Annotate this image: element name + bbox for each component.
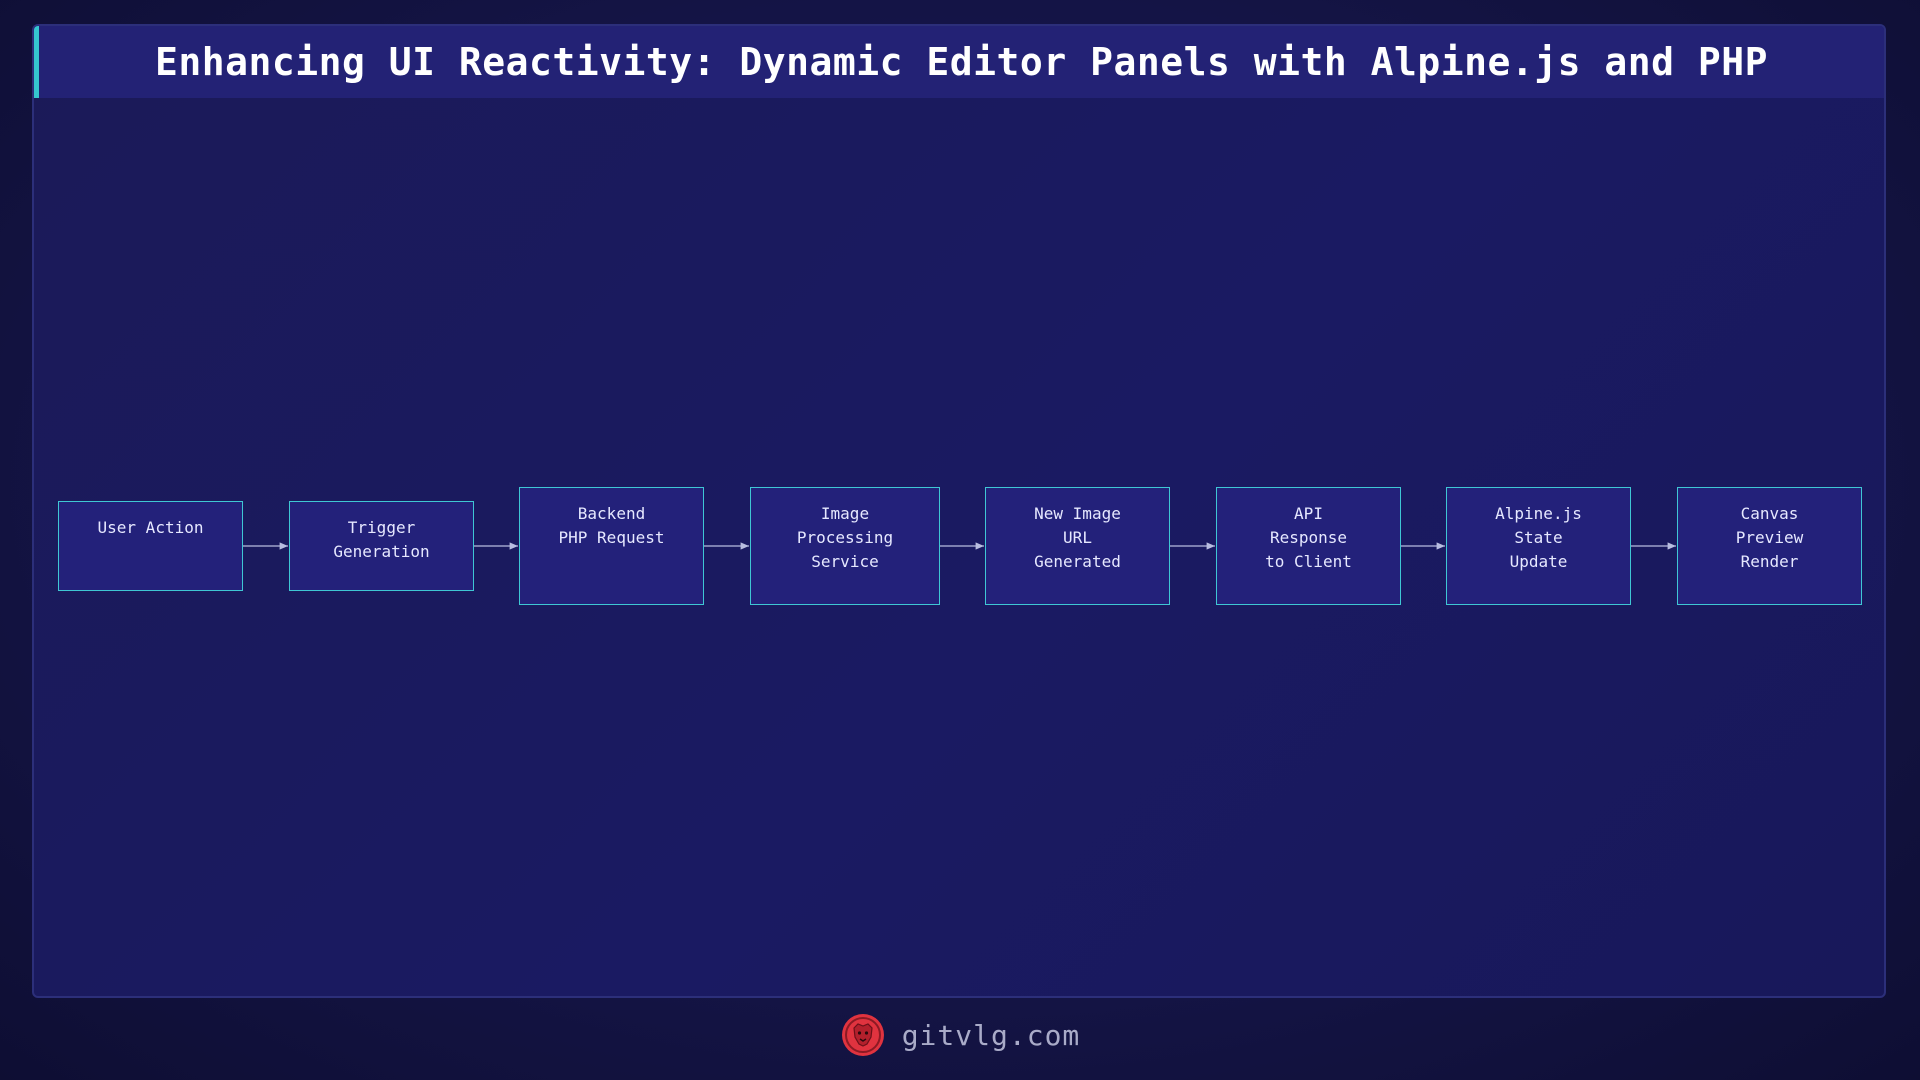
- footer: gitvlg.com: [0, 1010, 1920, 1060]
- node-image-processing-service: Image Processing Service: [750, 487, 940, 605]
- node-api-response-to-client: API Response to Client: [1216, 487, 1401, 605]
- node-trigger-generation: Trigger Generation: [289, 501, 474, 591]
- lion-head-icon: [841, 1014, 884, 1056]
- footer-site-link[interactable]: gitvlg.com: [902, 1019, 1081, 1052]
- node-backend-php-request: Backend PHP Request: [519, 487, 704, 605]
- flow-arrows: [243, 542, 1676, 550]
- node-alpinejs-state-update: Alpine.js State Update: [1446, 487, 1631, 605]
- node-canvas-preview-render: Canvas Preview Render: [1677, 487, 1862, 605]
- node-user-action: User Action: [58, 501, 243, 591]
- node-new-image-url-generated: New Image URL Generated: [985, 487, 1170, 605]
